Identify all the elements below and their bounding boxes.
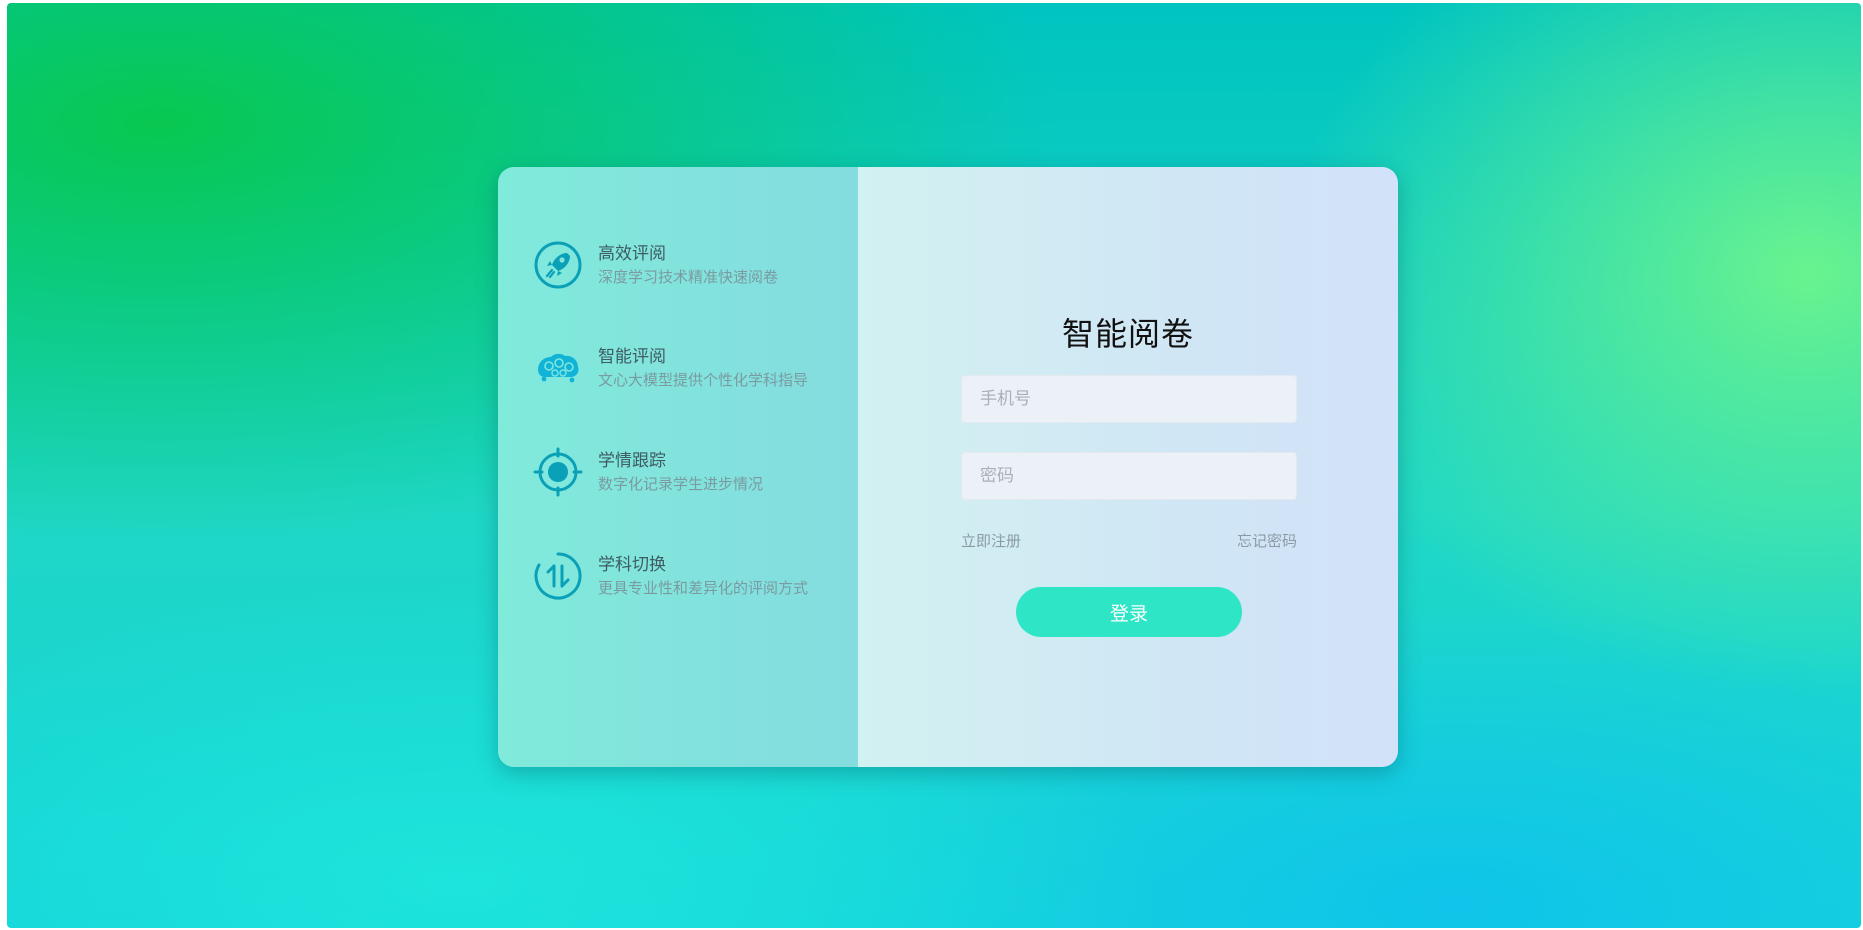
login-title: 智能阅卷: [1061, 315, 1194, 353]
feature-item-smart: 智能评阅 文心大模型提供个性化学科指导: [532, 342, 808, 394]
feature-title: 学科切换: [598, 555, 666, 575]
login-card: 高效评阅 深度学习技术精准快速阅卷 智能评阅 文心大模型提供个性化学科指导 学情…: [498, 167, 1398, 767]
feature-item-subject: 学科切换 更具专业性和差异化的评阅方式: [532, 550, 808, 602]
feature-title: 高效评阅: [598, 244, 666, 264]
feature-desc: 文心大模型提供个性化学科指导: [598, 371, 809, 389]
feature-item-tracking: 学情跟踪 数字化记录学生进步情况: [532, 446, 763, 498]
login-button[interactable]: 登录: [1016, 587, 1242, 637]
rocket-icon: [532, 239, 584, 291]
feature-desc: 更具专业性和差异化的评阅方式: [598, 579, 809, 597]
feature-panel: 高效评阅 深度学习技术精准快速阅卷 智能评阅 文心大模型提供个性化学科指导 学情…: [498, 167, 858, 767]
feature-desc: 数字化记录学生进步情况: [598, 475, 764, 493]
phone-input[interactable]: [961, 375, 1297, 423]
feature-title: 智能评阅: [598, 347, 666, 367]
brain-icon: [532, 342, 584, 394]
register-link[interactable]: 立即注册: [961, 530, 1021, 551]
password-input[interactable]: [961, 452, 1297, 500]
feature-item-efficient: 高效评阅 深度学习技术精准快速阅卷: [532, 239, 778, 291]
login-panel: 智能阅卷 立即注册 忘记密码 登录: [858, 167, 1398, 767]
switch-icon: [532, 550, 584, 602]
target-icon: [532, 446, 584, 498]
feature-title: 学情跟踪: [598, 451, 666, 471]
forgot-password-link[interactable]: 忘记密码: [1237, 530, 1297, 551]
feature-desc: 深度学习技术精准快速阅卷: [598, 268, 779, 286]
